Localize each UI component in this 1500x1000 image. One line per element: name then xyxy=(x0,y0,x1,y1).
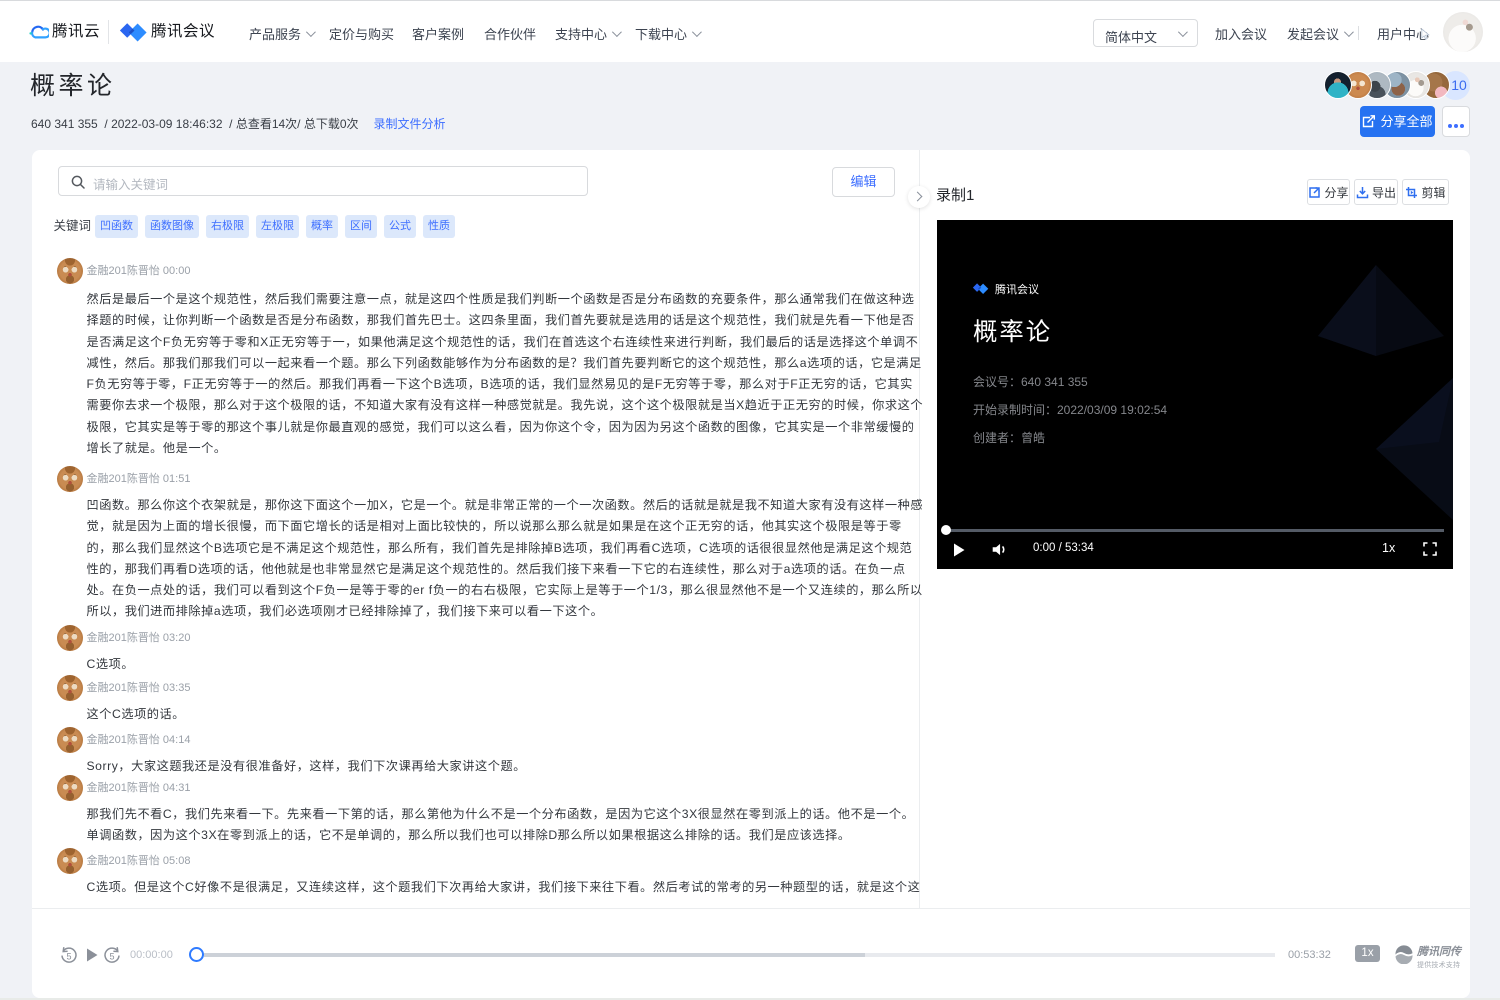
svg-text:5: 5 xyxy=(109,951,114,961)
svg-text:5: 5 xyxy=(66,951,71,961)
